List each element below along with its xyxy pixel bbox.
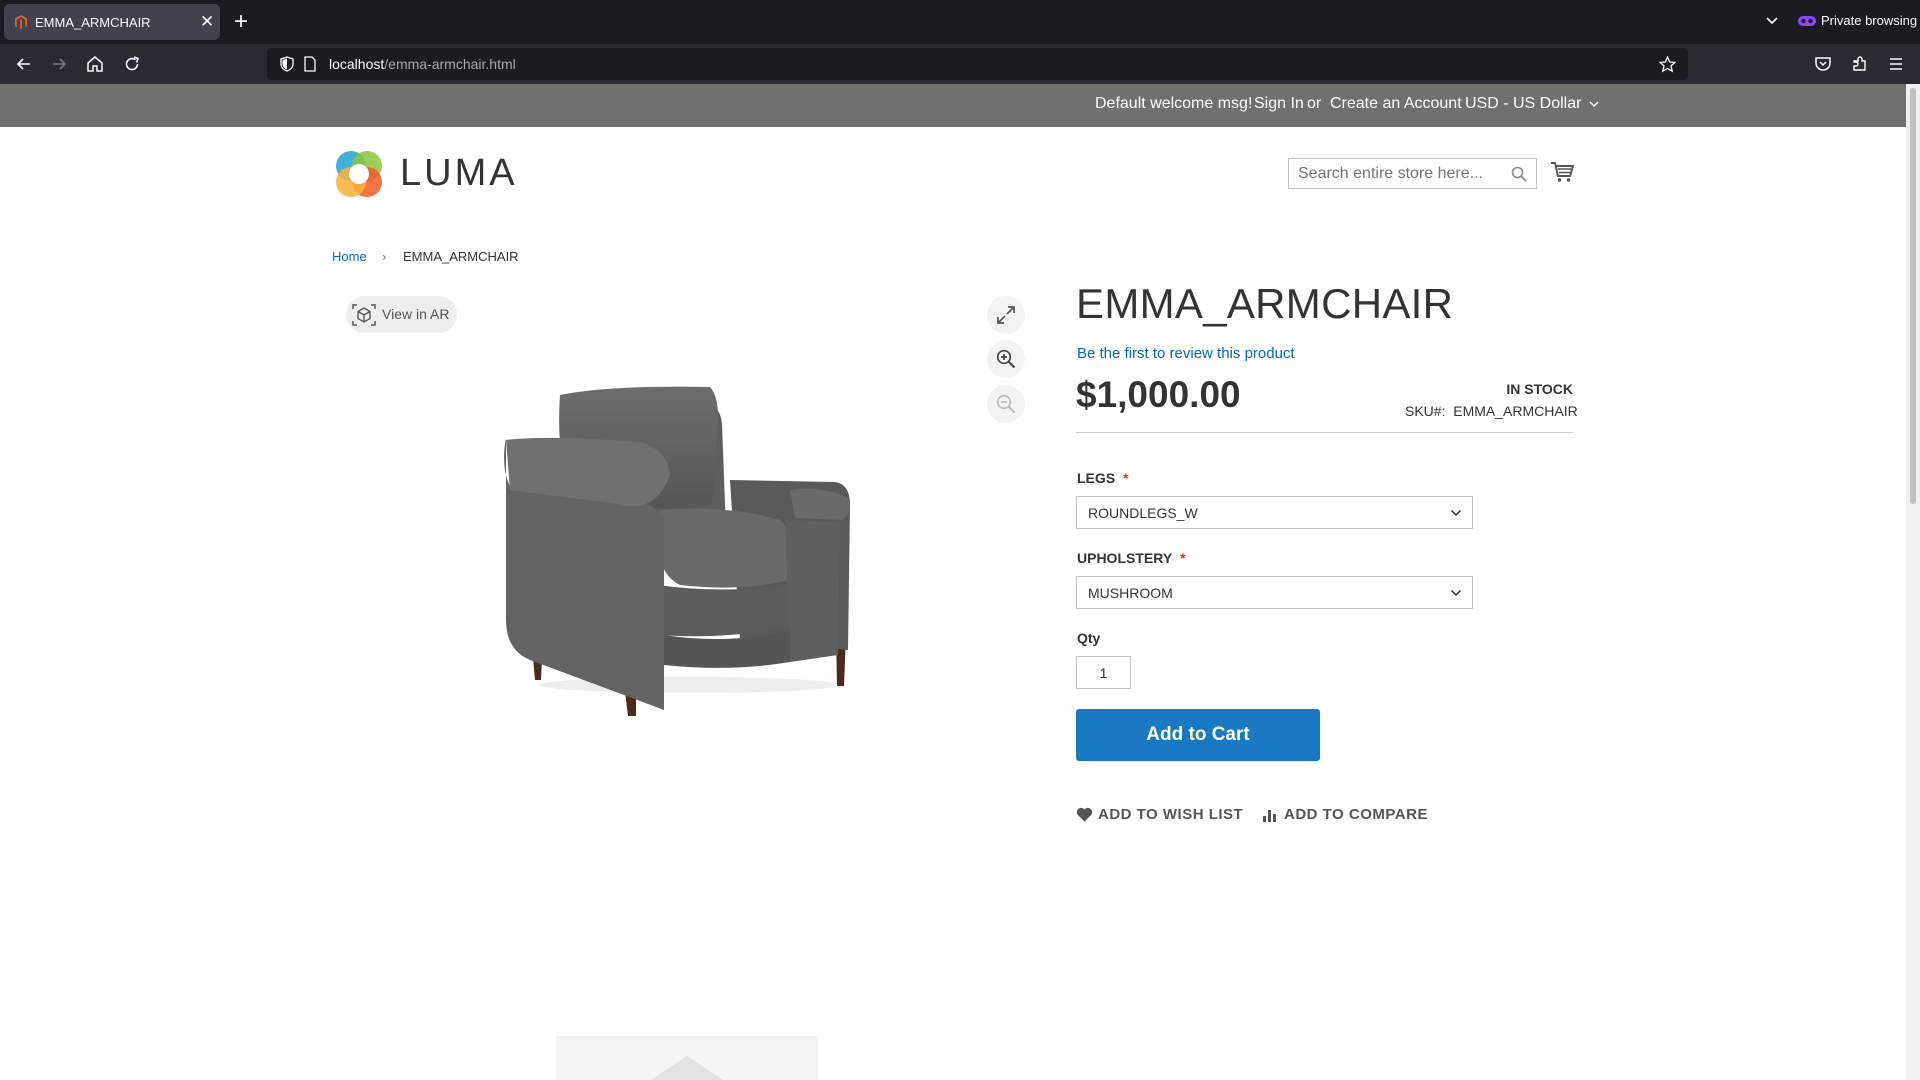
sku-value: EMMA_ARMCHAIR [1453, 403, 1578, 419]
search-icon[interactable] [1511, 166, 1527, 182]
product-price: $1,000.00 [1076, 374, 1241, 415]
address-bar[interactable]: localhost/emma-armchair.html [267, 48, 1688, 80]
first-review-link[interactable]: Be the first to review this product [1077, 345, 1295, 362]
or-text: or [1307, 95, 1322, 112]
product-sku: SKU#: EMMA_ARMCHAIR [1405, 403, 1578, 419]
create-account-link[interactable]: Create an Account [1330, 95, 1462, 113]
tab-title: EMMA_ARMCHAIR [35, 15, 151, 30]
welcome-message: Default welcome msg! [1095, 95, 1253, 112]
home-icon[interactable] [85, 54, 105, 74]
zoom-in-button[interactable] [987, 340, 1025, 378]
qty-label: Qty [1077, 630, 1101, 646]
star-icon[interactable] [1659, 56, 1676, 73]
reload-icon[interactable] [122, 54, 142, 74]
heart-icon [1076, 807, 1093, 822]
cart-icon[interactable] [1550, 161, 1574, 183]
search-box[interactable] [1288, 158, 1537, 189]
upholstery-option-label: UPHOLSTERY * [1077, 550, 1186, 566]
legs-select[interactable]: ROUNDLEGS_W [1076, 496, 1473, 529]
chevron-down-icon [1450, 589, 1462, 597]
browser-tab-bar: EMMA_ARMCHAIR ✕ + Private browsing [0, 0, 1920, 44]
qty-input[interactable] [1077, 657, 1130, 688]
currency-label: USD - US Dollar [1465, 95, 1582, 112]
breadcrumb-separator-icon: › [382, 249, 387, 264]
currency-switcher[interactable]: USD - US Dollar [1465, 95, 1599, 113]
search-input[interactable] [1289, 159, 1508, 188]
compare-icon [1263, 810, 1276, 822]
sku-label: SKU#: [1405, 403, 1446, 419]
breadcrumb: Home › EMMA_ARMCHAIR [332, 249, 519, 264]
menu-icon[interactable] [1886, 54, 1906, 74]
pocket-icon[interactable] [1813, 54, 1833, 74]
qty-box[interactable] [1076, 656, 1131, 689]
compare-label: ADD TO COMPARE [1284, 806, 1428, 823]
forward-icon[interactable] [49, 54, 69, 74]
zoom-in-icon [996, 349, 1016, 369]
fullscreen-button[interactable] [987, 296, 1025, 334]
product-thumbnail[interactable] [556, 1036, 818, 1080]
scrollbar-thumb[interactable] [1910, 88, 1916, 504]
page-scrollbar[interactable] [1906, 84, 1920, 1080]
extensions-icon[interactable] [1850, 54, 1870, 74]
zoom-out-button[interactable] [987, 385, 1025, 423]
add-to-cart-button[interactable]: Add to Cart [1076, 709, 1320, 761]
breadcrumb-current: EMMA_ARMCHAIR [403, 249, 519, 264]
url-text[interactable]: localhost/emma-armchair.html [329, 56, 516, 72]
product-title: EMMA_ARMCHAIR [1076, 280, 1454, 327]
required-asterisk: * [1123, 470, 1129, 486]
browser-tab[interactable]: EMMA_ARMCHAIR ✕ [4, 4, 220, 40]
chevron-down-icon [1589, 101, 1599, 108]
header-panel: Default welcome msg! Sign In or Create a… [0, 84, 1906, 127]
price-divider [1076, 432, 1573, 433]
page-icon[interactable] [303, 56, 317, 72]
close-icon[interactable]: ✕ [200, 12, 214, 32]
view-in-ar-label: View in AR [382, 306, 450, 322]
wish-list-label: ADD TO WISH LIST [1098, 806, 1244, 823]
chevron-down-icon [1450, 509, 1462, 517]
zoom-out-icon [996, 394, 1016, 414]
chevron-down-icon[interactable] [1764, 13, 1780, 29]
new-tab-plus-icon[interactable]: + [234, 9, 248, 35]
stock-status: IN STOCK [1506, 381, 1573, 397]
back-icon[interactable] [14, 54, 34, 74]
product-image-armchair[interactable] [490, 380, 890, 720]
browser-nav-bar: localhost/emma-armchair.html [0, 44, 1920, 84]
upholstery-selected-value: MUSHROOM [1088, 585, 1173, 601]
view-in-ar-button[interactable]: View in AR [346, 296, 457, 333]
upholstery-select[interactable]: MUSHROOM [1076, 576, 1473, 609]
sign-in-link[interactable]: Sign In [1254, 95, 1304, 113]
fullscreen-icon [997, 306, 1015, 324]
luma-logo-icon[interactable] [333, 148, 385, 200]
private-mask-icon [1798, 16, 1816, 26]
shield-icon[interactable] [279, 56, 295, 72]
magento-favicon-icon [15, 15, 27, 29]
thumbnail-arrow-icon [651, 1056, 723, 1080]
required-asterisk: * [1180, 550, 1186, 566]
ar-cube-icon [352, 304, 376, 326]
logo-text[interactable]: LUMA [400, 152, 518, 195]
private-browsing-label: Private browsing [1821, 13, 1918, 28]
breadcrumb-home-link[interactable]: Home [332, 249, 367, 264]
legs-option-label: LEGS * [1077, 470, 1129, 486]
legs-selected-value: ROUNDLEGS_W [1088, 505, 1198, 521]
